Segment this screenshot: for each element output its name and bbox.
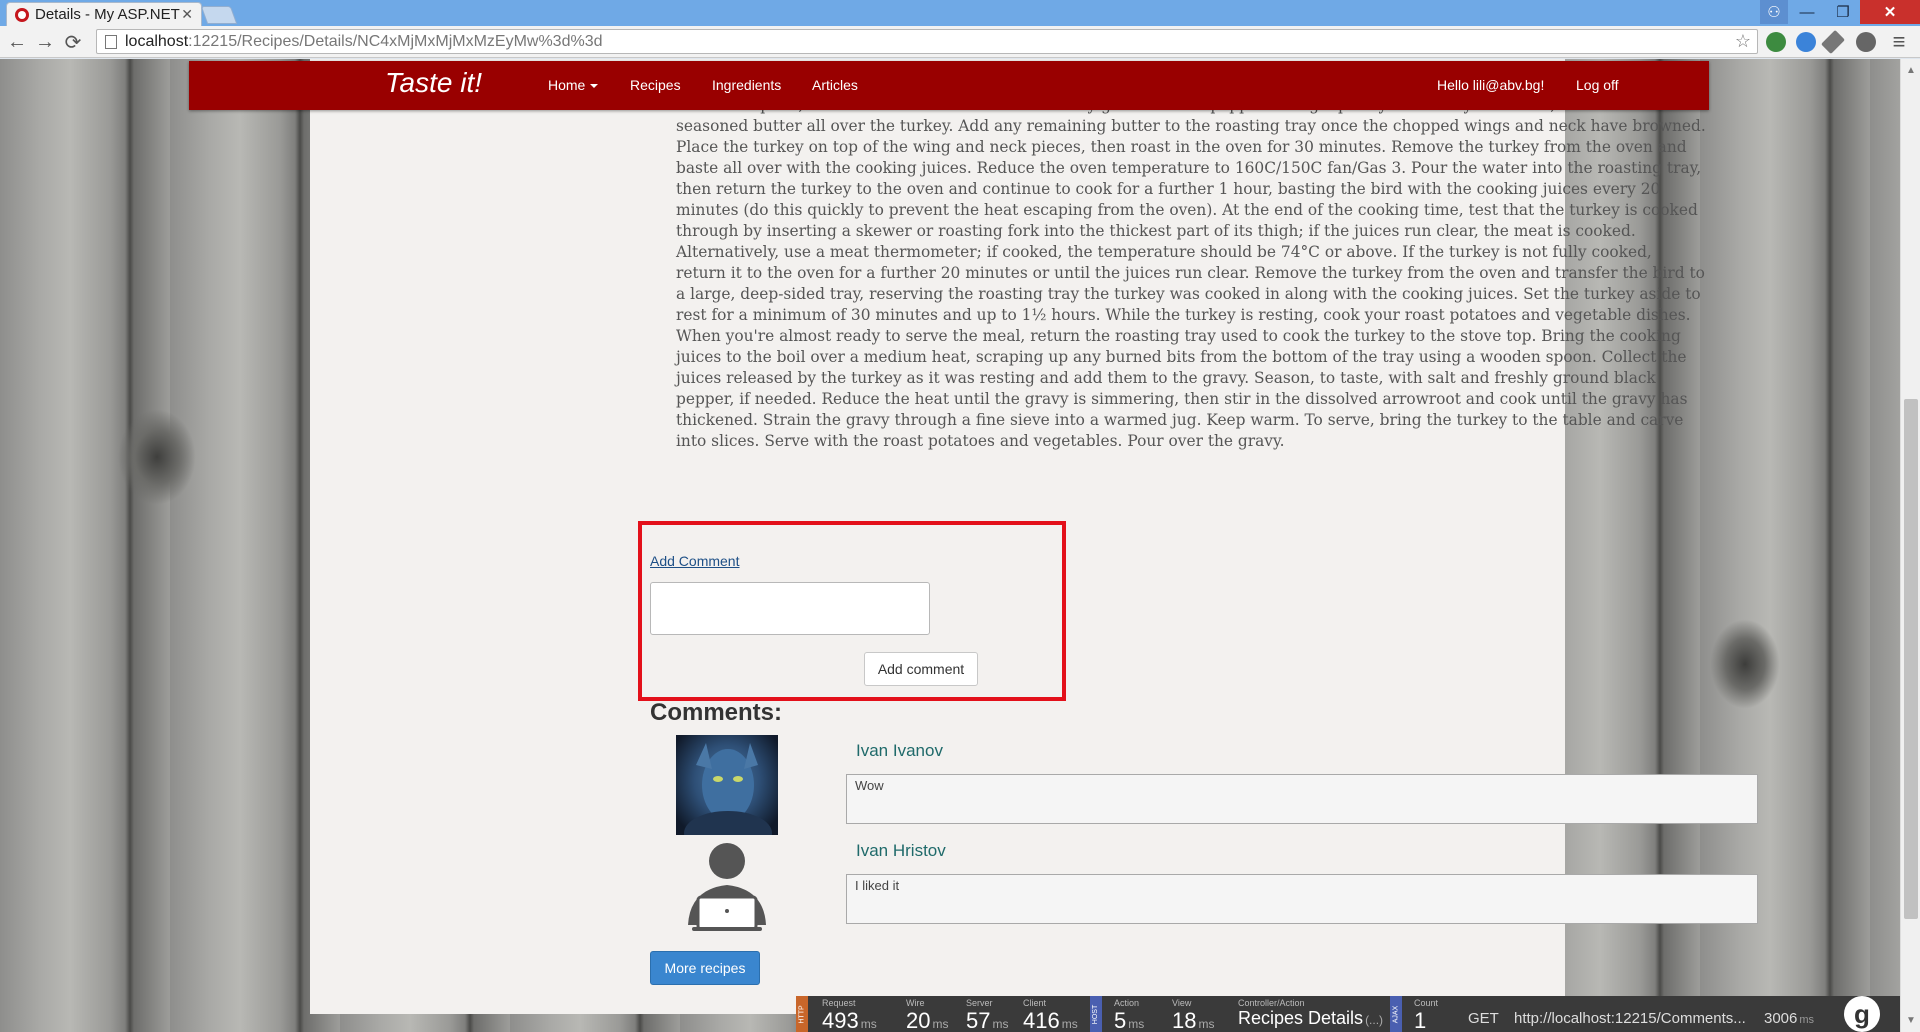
glimpse-ajax-time: 3006 ms: [1764, 1010, 1815, 1027]
avatar: [676, 839, 778, 939]
site-navbar: Taste it! Home Recipes Ingredients Artic…: [189, 61, 1709, 110]
glimpse-count-metric: Count 1: [1414, 998, 1439, 1032]
forward-arrow-icon[interactable]: →: [34, 31, 56, 53]
scrollbar-thumb[interactable]: [1904, 399, 1918, 919]
comment-text: Wow: [846, 774, 1758, 824]
glimpse-request-metric: Request 493 ms: [822, 998, 877, 1032]
new-tab-button[interactable]: [200, 6, 238, 24]
brand-logo[interactable]: Taste it!: [385, 67, 482, 99]
scroll-down-icon[interactable]: ▼: [1906, 1015, 1916, 1026]
add-comment-button[interactable]: Add comment: [864, 652, 978, 686]
add-comment-link[interactable]: Add Comment: [650, 553, 739, 569]
glimpse-wire-metric: Wire 20 ms: [906, 998, 949, 1032]
glimpse-server-metric: Server 57 ms: [966, 998, 1009, 1032]
bookmark-star-icon[interactable]: ☆: [1735, 31, 1751, 52]
page-icon: [105, 34, 117, 49]
extension-shield-icon[interactable]: [1856, 32, 1876, 52]
page-viewport: a dessert spoon, then season with the sa…: [0, 59, 1900, 1032]
browser-toolbar: ← → ⟳ localhost:12215/Recipes/Details/NC…: [0, 26, 1920, 58]
glimpse-view-metric: View 18 ms: [1172, 998, 1215, 1032]
back-arrow-icon[interactable]: ←: [6, 31, 28, 53]
tab-title: Details - My ASP.NET: [35, 6, 180, 23]
glimpse-controller-action: Controller/Action Recipes Details (...): [1238, 998, 1384, 1028]
extension-dropper-icon[interactable]: [1820, 29, 1846, 55]
glimpse-http-tag: HTTP: [796, 996, 808, 1032]
url-path: :12215/Recipes/Details/NC4xMjMxMjMxMzEyM…: [188, 32, 603, 50]
nav-recipes[interactable]: Recipes: [630, 77, 681, 93]
avatar: [676, 735, 778, 835]
site-favicon-icon: [15, 7, 29, 22]
url-host: localhost: [125, 32, 189, 50]
chevron-down-icon: [590, 84, 599, 89]
more-recipes-button[interactable]: More recipes: [650, 951, 760, 985]
tab-close-icon[interactable]: ✕: [181, 6, 193, 23]
nav-articles[interactable]: Articles: [812, 77, 858, 93]
comment-text: I liked it: [846, 874, 1758, 924]
address-bar[interactable]: localhost:12215/Recipes/Details/NC4xMjMx…: [96, 29, 1758, 54]
window-close-button[interactable]: ✕: [1860, 0, 1920, 24]
browser-tab[interactable]: Details - My ASP.NET ✕: [6, 2, 202, 26]
comment-author: Ivan Ivanov: [856, 741, 943, 760]
wood-knot-left: [118, 409, 196, 505]
glimpse-action-metric: Action 5 ms: [1114, 998, 1145, 1032]
glimpse-hud[interactable]: HTTP Request 493 ms Wire 20 ms Server 57 ms Cl…: [796, 996, 1900, 1032]
browser-menu-icon[interactable]: ≡: [1888, 29, 1910, 54]
vertical-scrollbar[interactable]: ▲ ▼: [1900, 59, 1920, 1032]
nav-ingredients[interactable]: Ingredients: [712, 77, 781, 93]
svg-text:g: g: [1854, 999, 1870, 1029]
glimpse-ajax-tag: AJAX: [1390, 996, 1402, 1032]
reload-icon[interactable]: ⟳: [62, 31, 84, 54]
logoff-link[interactable]: Log off: [1576, 77, 1619, 93]
glimpse-ajax-url: http://localhost:12215/Comments...: [1514, 1010, 1746, 1027]
user-greeting[interactable]: Hello lili@abv.bg!: [1437, 77, 1544, 93]
glimpse-ajax-method: GET: [1468, 1010, 1499, 1027]
browser-tab-strip: Details - My ASP.NET ✕ ⚇ — ❐ ✕: [0, 0, 1920, 26]
extension-globe-icon[interactable]: [1766, 32, 1786, 52]
nav-home[interactable]: Home: [548, 77, 599, 93]
comment-author: Ivan Hristov: [856, 841, 946, 860]
scroll-up-icon[interactable]: ▲: [1906, 65, 1916, 76]
nav-home-label: Home: [548, 77, 586, 93]
recipe-description: a dessert spoon, then season with the sa…: [676, 96, 1706, 450]
comment-textarea[interactable]: [650, 582, 930, 635]
extension-blue-icon[interactable]: [1796, 32, 1816, 52]
glimpse-host-tag: HOST: [1090, 996, 1102, 1032]
glimpse-client-metric: Client 416 ms: [1023, 998, 1078, 1032]
glimpse-logo-icon[interactable]: g: [1844, 996, 1880, 1032]
comments-heading: Comments:: [650, 699, 783, 726]
wood-knot-right: [1710, 619, 1780, 709]
main-content-panel: a dessert spoon, then season with the sa…: [310, 59, 1758, 1014]
